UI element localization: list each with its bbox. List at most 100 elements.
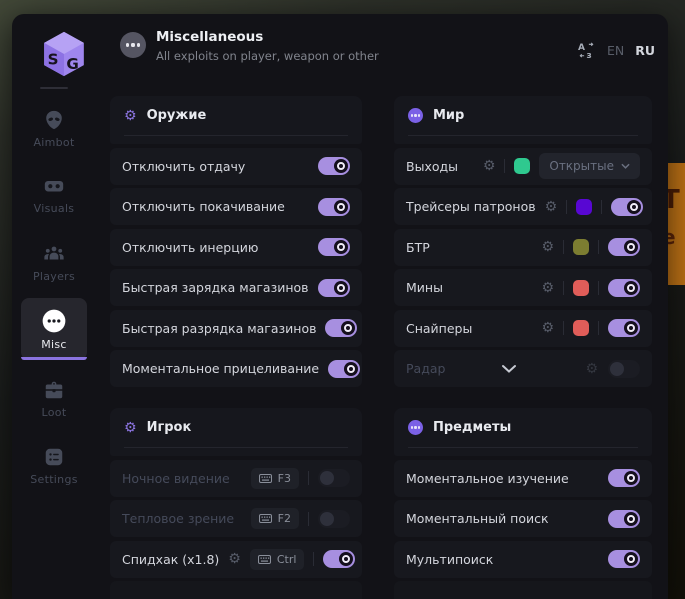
section-header: Предметы: [394, 408, 652, 456]
separator: [313, 552, 314, 566]
keybind-label: Ctrl: [277, 553, 297, 566]
toggle-switch[interactable]: [608, 360, 640, 378]
color-swatch[interactable]: [573, 320, 589, 336]
section-header: ⚙ Игрок: [110, 408, 362, 456]
sidebar-item-loot[interactable]: Loot: [12, 379, 96, 419]
sidebar-divider: [40, 87, 68, 89]
svg-text:A: A: [578, 43, 585, 53]
sidebar-item-visuals[interactable]: Visuals: [12, 175, 96, 215]
keybind-badge[interactable]: Ctrl: [250, 549, 305, 570]
color-swatch[interactable]: [576, 199, 592, 215]
toggle-row: Отключить покачивание: [110, 188, 362, 225]
color-swatch[interactable]: [573, 280, 589, 296]
toggle-row: Быстрая зарядка магазинов: [110, 269, 362, 306]
toggle-switch[interactable]: [318, 510, 350, 528]
misc-page-icon: [120, 32, 146, 58]
svg-text:S: S: [48, 51, 59, 69]
sidebar-item-misc[interactable]: Misc: [21, 298, 87, 360]
page-title: Miscellaneous: [156, 29, 379, 45]
keyboard-icon: [258, 555, 271, 564]
page-subtitle: All exploits on player, weapon or other: [156, 49, 379, 63]
row-label: Трейсеры патронов: [406, 199, 536, 214]
separator: [598, 281, 599, 295]
toggle-switch[interactable]: [318, 198, 350, 216]
chevron-down-icon: [621, 163, 630, 169]
row-label: Моментальное прицеливание: [122, 361, 319, 376]
sidebar-item-label: Loot: [42, 406, 67, 419]
toggle-row-partial: [394, 581, 652, 599]
sidebar-item-settings[interactable]: Settings: [12, 446, 96, 486]
toggle-switch[interactable]: [608, 279, 640, 297]
row-label: Выходы: [406, 159, 474, 174]
row-label: Моментальный поиск: [406, 511, 599, 526]
sidebar-item-players[interactable]: Players: [12, 243, 96, 283]
toggle-row: Трейсеры патронов ⚙: [394, 188, 652, 225]
section-title: Оружие: [147, 108, 207, 123]
chevron-down-icon[interactable]: [502, 364, 516, 374]
keybind-badge[interactable]: F3: [251, 468, 299, 489]
gear-icon[interactable]: ⚙: [585, 362, 598, 376]
toggle-row: Моментальное прицеливание: [110, 350, 362, 387]
section-items: Предметы Моментальное изучение Моменталь…: [394, 408, 652, 599]
toggle-switch[interactable]: [608, 238, 640, 256]
briefcase-icon: [43, 379, 65, 401]
keybind-label: F3: [278, 472, 291, 485]
section-player: ⚙ Игрок Ночное видение F3 Тепловое зрени…: [110, 408, 362, 599]
window-header: Miscellaneous All exploits on player, we…: [96, 14, 668, 94]
gear-icon: ⚙: [124, 421, 137, 435]
toggle-switch[interactable]: [608, 510, 640, 528]
separator: [566, 200, 567, 214]
toggle-row: Ночное видение F3: [110, 460, 362, 497]
sidebar-item-label: Visuals: [34, 202, 75, 215]
color-swatch[interactable]: [573, 239, 589, 255]
toggle-switch[interactable]: [318, 238, 350, 256]
gear-icon[interactable]: ⚙: [228, 552, 241, 566]
toggle-switch[interactable]: [328, 360, 360, 378]
toggle-switch[interactable]: [318, 279, 350, 297]
separator: [563, 321, 564, 335]
column-left: ⚙ Оружие Отключить отдачу Отключить пока…: [110, 96, 362, 599]
row-label: Быстрая зарядка магазинов: [122, 280, 309, 295]
list-icon: [43, 446, 65, 468]
gear-icon[interactable]: ⚙: [483, 159, 496, 173]
row-label: Отключить инерцию: [122, 240, 309, 255]
section-world: Мир Выходы ⚙ Открытые Трейсеры патронов …: [394, 96, 652, 387]
separator: [598, 321, 599, 335]
sidebar-item-aimbot[interactable]: Aimbot: [12, 109, 96, 149]
gear-icon[interactable]: ⚙: [541, 321, 554, 335]
svg-text:з: з: [586, 51, 591, 60]
row-label: Тепловое зрение: [122, 511, 242, 526]
gear-icon[interactable]: ⚙: [541, 240, 554, 254]
toggle-switch[interactable]: [608, 550, 640, 568]
toggle-switch[interactable]: [323, 550, 355, 568]
background-fragment: Т е: [668, 163, 685, 285]
toggle-switch[interactable]: [608, 469, 640, 487]
color-swatch[interactable]: [514, 158, 530, 174]
gear-icon[interactable]: ⚙: [545, 200, 558, 214]
exits-dropdown[interactable]: Открытые: [539, 153, 640, 179]
separator: [308, 471, 309, 485]
svg-text:G: G: [66, 55, 78, 73]
section-weapon: ⚙ Оружие Отключить отдачу Отключить пока…: [110, 96, 362, 387]
row-label: Отключить покачивание: [122, 199, 309, 214]
lang-en-button[interactable]: EN: [607, 43, 624, 58]
row-label: Снайперы: [406, 321, 532, 336]
toggle-switch[interactable]: [608, 319, 640, 337]
lang-ru-button[interactable]: RU: [635, 43, 655, 58]
keybind-badge[interactable]: F2: [251, 508, 299, 529]
toggle-switch[interactable]: [611, 198, 643, 216]
alien-icon: [43, 109, 65, 131]
separator: [601, 200, 602, 214]
sidebar-item-label: Aimbot: [33, 136, 74, 149]
gear-icon: ⚙: [124, 109, 137, 123]
separator: [598, 240, 599, 254]
gear-icon[interactable]: ⚙: [541, 281, 554, 295]
row-label: Мины: [406, 280, 532, 295]
toggle-row: Моментальное изучение: [394, 460, 652, 497]
app-window: S G Aimbot Visuals Players Mi: [12, 14, 668, 599]
toggle-switch[interactable]: [318, 469, 350, 487]
toggle-row-partial: [110, 581, 362, 599]
toggle-switch[interactable]: [325, 319, 357, 337]
row-label: БТР: [406, 240, 532, 255]
toggle-switch[interactable]: [318, 157, 350, 175]
